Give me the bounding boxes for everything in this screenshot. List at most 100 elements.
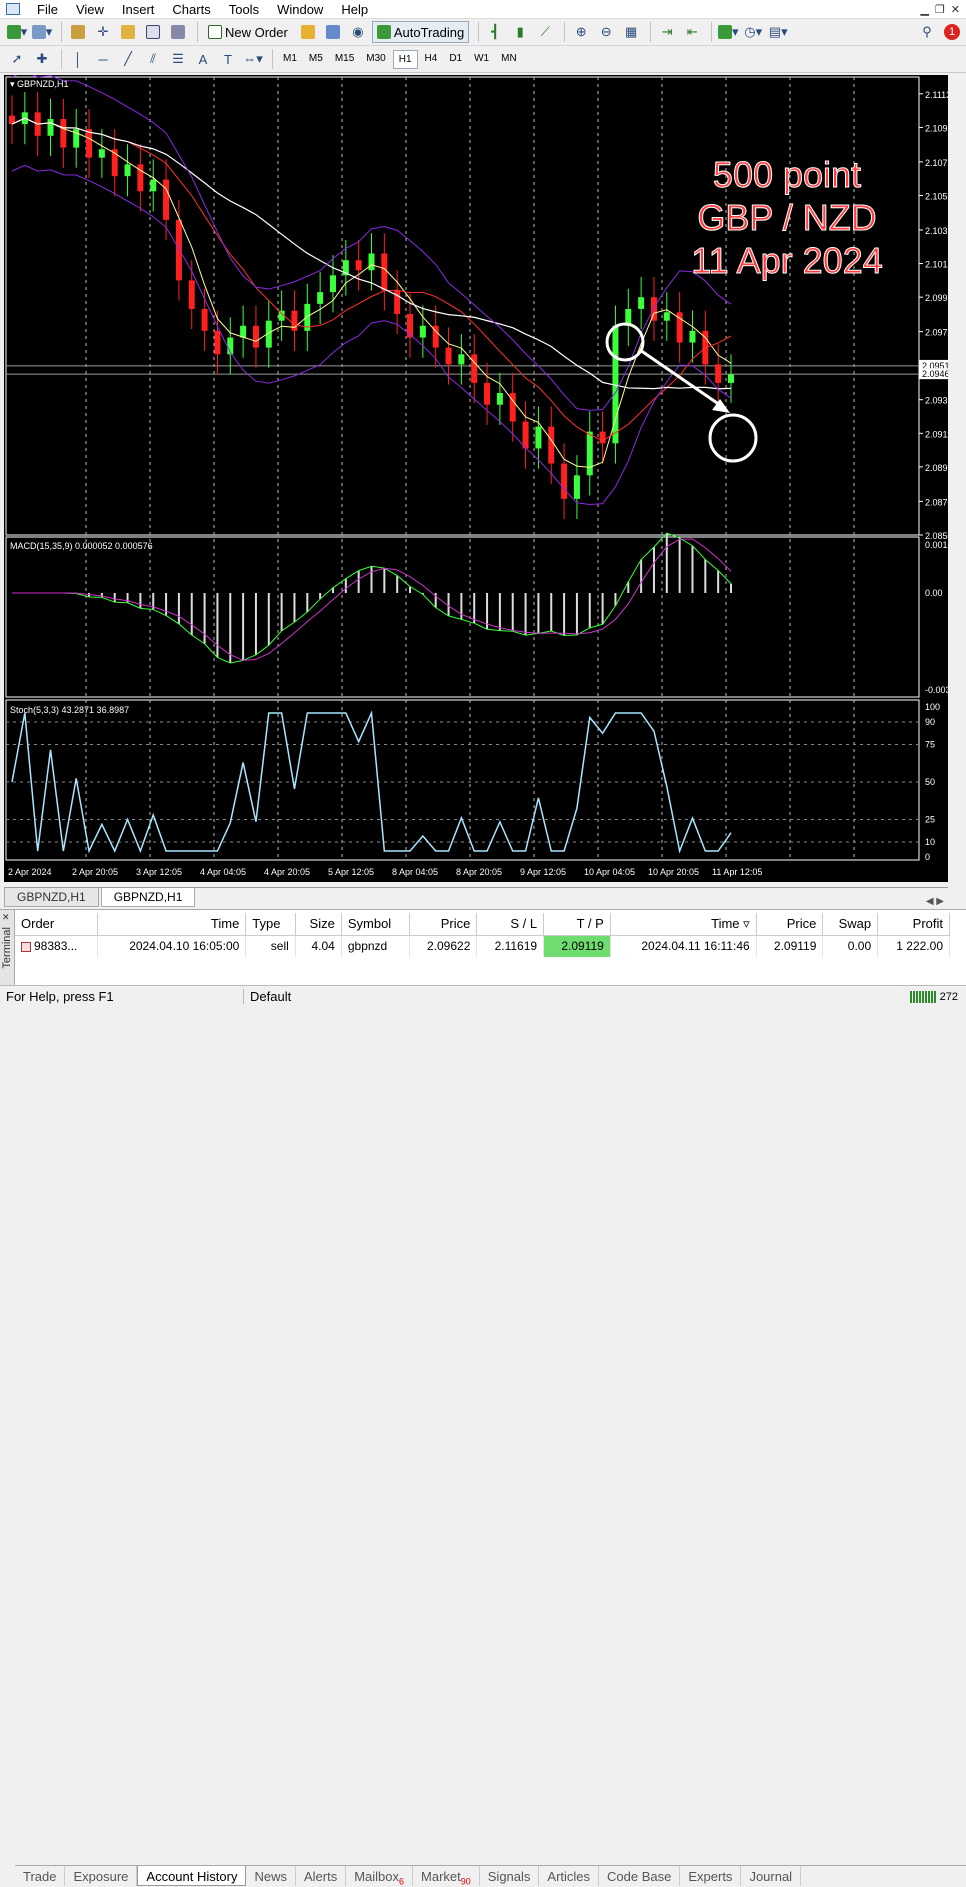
restore-icon[interactable]: ❐ <box>935 3 945 16</box>
navigator-icon[interactable] <box>117 21 139 43</box>
col-swap[interactable]: Swap <box>822 913 879 936</box>
close-icon[interactable]: ✕ <box>2 912 10 923</box>
templates-icon[interactable]: ▤▾ <box>767 21 789 43</box>
channel-icon[interactable]: ⫽ <box>142 48 164 70</box>
timeframe-m5[interactable]: M5 <box>304 50 328 69</box>
macd-tick-label: -0.003439 <box>925 685 948 695</box>
col-tp[interactable]: T / P <box>543 913 611 936</box>
text-icon[interactable]: A <box>192 48 214 70</box>
terminal-tabs: Trade Exposure Account History News Alerts Ma… <box>15 1865 966 1887</box>
cell-sl: 2.11619 <box>476 935 545 957</box>
horizontal-line-icon[interactable]: ─ <box>92 48 114 70</box>
chart-tab[interactable]: GBPNZD,H1 <box>4 888 99 907</box>
tab-market[interactable]: Market90 <box>413 1866 480 1887</box>
timeframe-mn[interactable]: MN <box>496 50 522 69</box>
cell-order: 98383... <box>15 935 99 957</box>
timeframe-h4[interactable]: H4 <box>420 50 443 69</box>
periods-icon[interactable]: ◷▾ <box>742 21 764 43</box>
fibonacci-icon[interactable]: ☰ <box>167 48 189 70</box>
search-icon[interactable]: ⚲ <box>916 21 938 43</box>
zoom-in-icon[interactable]: ⊕ <box>570 21 592 43</box>
table-row[interactable]: 98383... 2024.04.10 16:05:00 sell 4.04 g… <box>15 935 950 957</box>
close-icon[interactable]: ✕ <box>951 3 960 16</box>
menu-window[interactable]: Window <box>268 0 332 19</box>
timeframe-m1[interactable]: M1 <box>278 50 302 69</box>
tab-experts[interactable]: Experts <box>680 1866 742 1886</box>
tab-trade[interactable]: Trade <box>15 1866 66 1886</box>
time-tick-label: 11 Apr 12:05 <box>712 867 762 877</box>
bar-chart-icon[interactable]: ┫ <box>484 21 506 43</box>
new-chart-icon[interactable]: ▾ <box>6 21 28 43</box>
tab-account-history[interactable]: Account History <box>137 1866 247 1886</box>
tab-news[interactable]: News <box>246 1866 296 1886</box>
cell-close-time: 2024.04.11 16:11:46 <box>610 935 757 957</box>
arrows-icon[interactable]: ⇔▾ <box>242 48 264 70</box>
tab-alerts[interactable]: Alerts <box>296 1866 347 1886</box>
minimize-icon[interactable]: ▁ <box>920 3 928 16</box>
chart-tab-active[interactable]: GBPNZD,H1 <box>100 888 196 907</box>
timeframe-h1[interactable]: H1 <box>392 49 418 69</box>
metaeditor-icon[interactable] <box>297 21 319 43</box>
col-profit[interactable]: Profit <box>877 913 950 936</box>
col-price[interactable]: Price <box>409 913 478 936</box>
tab-articles[interactable]: Articles <box>539 1866 600 1886</box>
tab-mailbox[interactable]: Mailbox6 <box>346 1866 414 1887</box>
cursor-icon[interactable]: ➚ <box>6 48 28 70</box>
col-close-time[interactable]: Time ▿ <box>610 913 757 936</box>
macd-pane-border <box>5 536 920 698</box>
vertical-line-icon[interactable]: │ <box>67 48 89 70</box>
col-sl[interactable]: S / L <box>476 913 545 936</box>
exit-circle <box>708 413 758 463</box>
tab-code-base[interactable]: Code Base <box>599 1866 681 1886</box>
crosshair-icon[interactable]: ✚ <box>31 48 53 70</box>
tab-signals[interactable]: Signals <box>480 1866 540 1886</box>
connection-status[interactable]: 272 <box>909 990 966 1003</box>
tab-badge: 6 <box>399 1876 405 1887</box>
tile-windows-icon[interactable]: ▦ <box>620 21 642 43</box>
tester-icon[interactable] <box>167 21 189 43</box>
new-order-button[interactable]: New Order <box>203 21 293 43</box>
timeframe-m15[interactable]: M15 <box>330 50 359 69</box>
tab-scroll-icon[interactable]: ◀ ▶ <box>922 896 948 907</box>
candlestick-icon[interactable]: ▮ <box>509 21 531 43</box>
cell-close-price: 2.09119 <box>756 935 824 957</box>
menu-file[interactable]: File <box>28 0 67 19</box>
indicators-icon[interactable]: ▾ <box>717 21 739 43</box>
time-tick-label: 4 Apr 04:05 <box>200 867 246 877</box>
tab-label: Experts <box>688 1869 733 1884</box>
menu-insert[interactable]: Insert <box>113 0 164 19</box>
signals-icon[interactable]: ◉ <box>347 21 369 43</box>
col-symbol[interactable]: Symbol <box>341 913 410 936</box>
trendline-icon[interactable]: ╱ <box>117 48 139 70</box>
candle-body <box>201 308 208 331</box>
zoom-out-icon[interactable]: ⊖ <box>595 21 617 43</box>
menu-tools[interactable]: Tools <box>220 0 268 19</box>
autotrading-button[interactable]: AutoTrading <box>371 21 470 43</box>
col-size[interactable]: Size <box>295 913 342 936</box>
market-watch-icon[interactable] <box>67 21 89 43</box>
col-close-price[interactable]: Price <box>756 913 824 936</box>
profiles-icon[interactable]: ▾ <box>31 21 53 43</box>
chart-canvas[interactable]: 2.11130 2.10930 2.10725 2.10525 2.10320 2.101… <box>4 75 948 882</box>
virtual-hosting-icon[interactable] <box>322 21 344 43</box>
chart-window[interactable]: 2.11130 2.10930 2.10725 2.10525 2.10320 2.101… <box>4 75 948 882</box>
col-order[interactable]: Order <box>15 913 99 936</box>
label-icon[interactable]: T <box>217 48 239 70</box>
terminal-icon[interactable] <box>142 21 164 43</box>
menu-view[interactable]: View <box>67 0 113 19</box>
timeframe-m30[interactable]: M30 <box>361 50 390 69</box>
menu-charts[interactable]: Charts <box>163 0 219 19</box>
col-time[interactable]: Time <box>97 913 247 936</box>
tab-exposure[interactable]: Exposure <box>65 1866 138 1886</box>
menu-help[interactable]: Help <box>332 0 377 19</box>
chart-shift-icon[interactable]: ⇤ <box>681 21 703 43</box>
data-window-icon[interactable]: ✛ <box>92 21 114 43</box>
col-type[interactable]: Type <box>245 913 296 936</box>
timeframe-d1[interactable]: D1 <box>444 50 467 69</box>
notification-icon[interactable]: 1 <box>941 21 963 43</box>
tab-journal[interactable]: Journal <box>741 1866 802 1886</box>
stoch-label: Stoch(5,3,3) 43.2871 36.8987 <box>10 705 129 715</box>
autoscroll-icon[interactable]: ⇥ <box>656 21 678 43</box>
timeframe-w1[interactable]: W1 <box>469 50 494 69</box>
line-chart-icon[interactable]: ⟋ <box>534 21 556 43</box>
